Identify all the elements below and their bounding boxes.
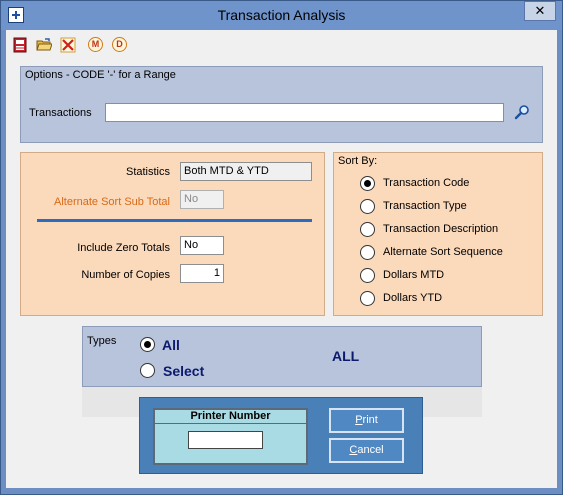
include-zero-totals-label: Include Zero Totals: [77, 242, 170, 254]
sort-radio-transaction-description[interactable]: [360, 222, 375, 237]
sort-label-alternate-sort-sequence[interactable]: Alternate Sort Sequence: [383, 246, 503, 258]
print-hotkey: P: [355, 414, 363, 426]
sort-label-transaction-description[interactable]: Transaction Description: [383, 223, 498, 235]
types-caption: Types: [87, 335, 117, 347]
statistics-label: Statistics: [125, 166, 170, 178]
statistics-dropdown[interactable]: Both MTD & YTD: [180, 162, 312, 181]
sort-label-dollars-mtd[interactable]: Dollars MTD: [383, 269, 444, 281]
transactions-input[interactable]: [105, 103, 504, 122]
options-caption: Options - CODE '-' for a Range: [25, 69, 176, 81]
number-of-copies-field[interactable]: 1: [180, 264, 224, 283]
cancel-button[interactable]: Cancel: [329, 438, 404, 463]
printer-number-input[interactable]: [188, 431, 263, 449]
search-icon[interactable]: [514, 104, 530, 120]
sort-radio-alternate-sort-sequence[interactable]: [360, 245, 375, 260]
print-label-rest: rint: [362, 414, 378, 426]
open-folder-icon[interactable]: [36, 37, 53, 53]
sort-radio-dollars-ytd[interactable]: [360, 291, 375, 306]
transactions-label: Transactions: [29, 107, 92, 119]
d-icon[interactable]: D: [112, 37, 127, 52]
sort-label-transaction-type[interactable]: Transaction Type: [383, 200, 467, 212]
section-divider: [37, 219, 312, 222]
alternate-sort-subtotal-label: Alternate Sort Sub Total: [54, 196, 170, 208]
number-of-copies-label: Number of Copies: [81, 269, 170, 281]
close-button[interactable]: ✕: [524, 1, 556, 21]
sort-by-caption: Sort By:: [338, 155, 378, 167]
window-title: Transaction Analysis: [217, 7, 346, 23]
sort-label-transaction-code[interactable]: Transaction Code: [383, 177, 469, 189]
types-current-value: ALL: [332, 348, 360, 364]
types-radio-select[interactable]: [140, 363, 155, 378]
types-label-select[interactable]: Select: [163, 363, 204, 379]
sort-label-dollars-ytd[interactable]: Dollars YTD: [383, 292, 442, 304]
printer-number-caption: Printer Number: [155, 410, 306, 424]
m-icon[interactable]: M: [88, 37, 103, 52]
sort-radio-dollars-mtd[interactable]: [360, 268, 375, 283]
cancel-label-rest: ancel: [357, 444, 384, 456]
save-icon[interactable]: [12, 37, 28, 53]
include-zero-totals-field[interactable]: No: [180, 236, 224, 255]
types-radio-all[interactable]: [140, 337, 155, 352]
sort-radio-transaction-type[interactable]: [360, 199, 375, 214]
alternate-sort-subtotal-field[interactable]: No: [180, 190, 224, 209]
types-label-all[interactable]: All: [162, 337, 180, 353]
delete-icon[interactable]: [60, 37, 76, 53]
types-panel: [82, 326, 482, 387]
print-button[interactable]: Print: [329, 408, 404, 433]
sort-radio-transaction-code[interactable]: [360, 176, 375, 191]
